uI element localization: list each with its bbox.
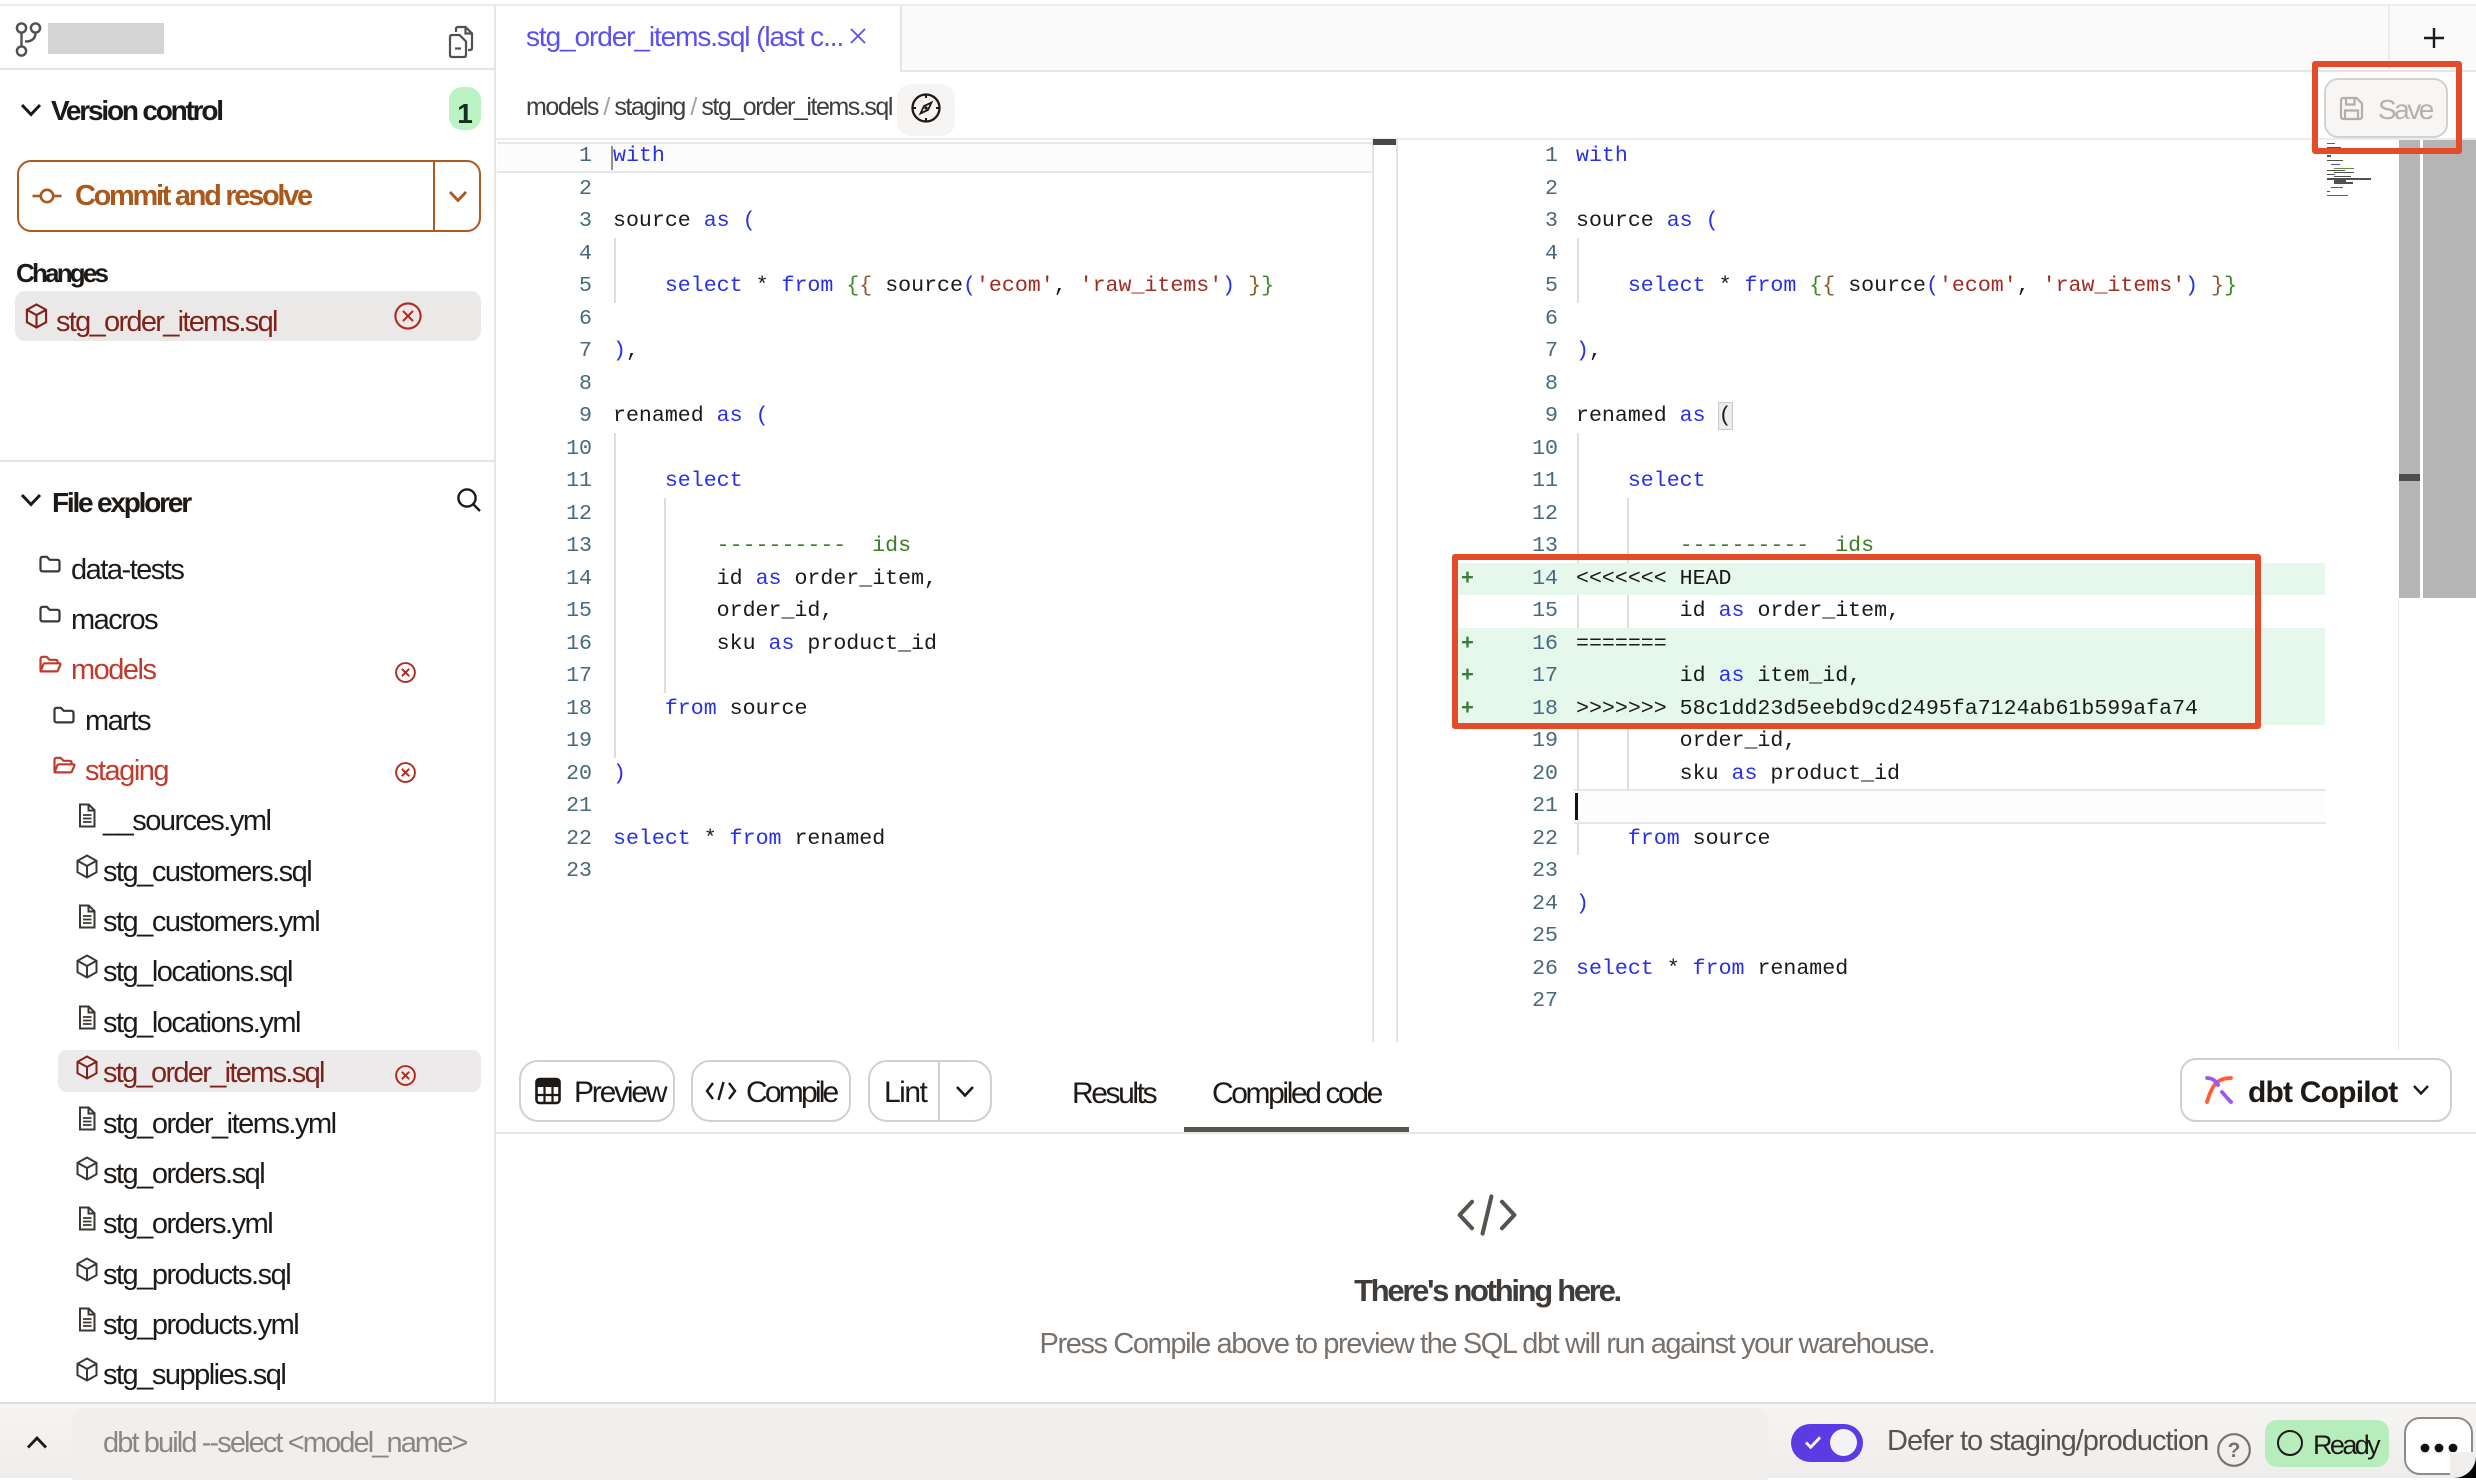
svg-text:?: ? [2228,1439,2241,1462]
